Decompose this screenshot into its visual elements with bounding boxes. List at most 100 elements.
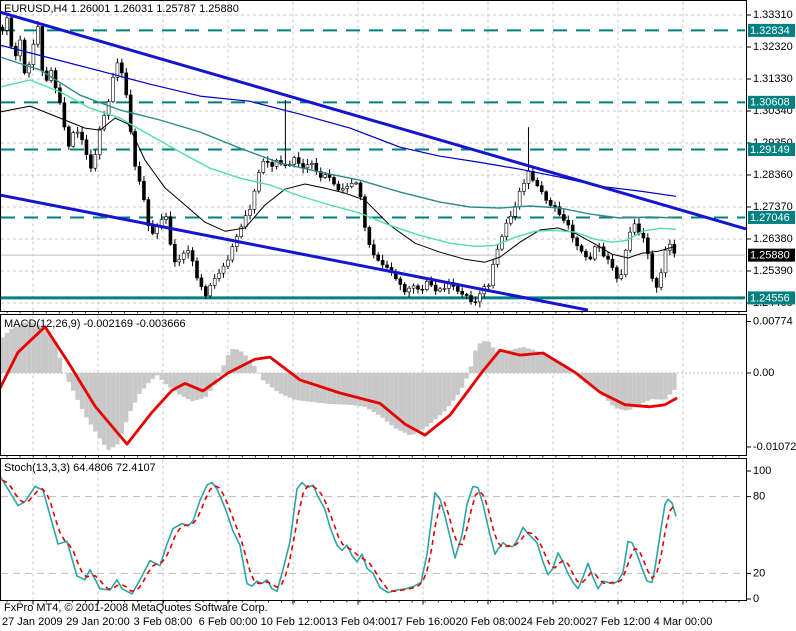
- candle-body: [376, 254, 381, 261]
- macd-histogram-bar: [119, 373, 125, 434]
- macd-histogram-bar: [137, 373, 142, 394]
- macd-histogram-bar: [4, 333, 10, 373]
- candle-body: [455, 286, 460, 292]
- candle-body: [371, 244, 376, 256]
- candle-body: [327, 174, 332, 178]
- candle-body: [579, 245, 584, 252]
- candle-body: [486, 285, 491, 288]
- macd-histogram-bar: [44, 331, 49, 373]
- candle-body: [650, 253, 655, 279]
- candle-body: [654, 278, 659, 288]
- candle-body: [336, 183, 341, 191]
- candle-body: [646, 237, 650, 254]
- macd-histogram-bar: [499, 351, 505, 373]
- macd-histogram-bar: [305, 373, 310, 402]
- candle-body: [226, 259, 230, 267]
- candle-body: [173, 244, 177, 263]
- candle-body: [341, 188, 345, 191]
- candle-body: [385, 264, 389, 268]
- time-label: 20 Feb 08:00: [456, 616, 521, 628]
- macd-histogram-bar: [163, 373, 169, 385]
- candle-body: [349, 183, 354, 187]
- candle-body: [301, 163, 305, 169]
- candle-body: [473, 301, 478, 304]
- macd-histogram-bar: [636, 373, 642, 405]
- candle-body: [137, 166, 142, 182]
- candle-body: [615, 267, 619, 279]
- candle-body: [553, 205, 557, 207]
- macd-histogram-bar: [309, 373, 315, 402]
- macd-histogram-bar: [389, 373, 394, 426]
- candle-body: [522, 183, 526, 192]
- macd-histogram-bar: [353, 373, 359, 406]
- macd-histogram-bar: [199, 373, 204, 399]
- time-label: 27 Jan 2009: [2, 616, 63, 628]
- macd-histogram-bar: [238, 351, 244, 373]
- macd-histogram-bar: [221, 365, 226, 373]
- candle-body: [71, 132, 76, 147]
- macd-histogram-bar: [455, 373, 460, 396]
- candle-body: [314, 163, 319, 172]
- price-tick-label: 1.25390: [753, 265, 793, 277]
- candle-body: [641, 232, 646, 239]
- candle-body: [181, 252, 186, 260]
- candle-body: [460, 290, 464, 295]
- time-label: 6 Feb 00:00: [199, 616, 258, 628]
- candle-body: [610, 258, 615, 268]
- candle-body: [1, 26, 5, 31]
- time-label: 13 Feb 04:00: [326, 616, 391, 628]
- candle-body: [632, 223, 637, 233]
- candle-body: [619, 274, 624, 279]
- candle-body: [495, 248, 500, 265]
- macd-histogram-bar: [269, 373, 275, 388]
- macd-histogram-bar: [526, 348, 531, 373]
- candle-body: [535, 180, 540, 187]
- macd-histogram-bar: [362, 373, 368, 407]
- price-tick-label: 1.28360: [753, 169, 793, 181]
- price-tick-label: 1.32320: [753, 41, 793, 53]
- chart-canvas[interactable]: 1.333101.323201.313301.303401.293501.283…: [0, 0, 796, 631]
- macd-histogram-bar: [79, 373, 85, 410]
- time-label: 29 Jan 20:00: [66, 616, 130, 628]
- macd-histogram-bar: [345, 373, 350, 405]
- macd-histogram-bar: [146, 373, 151, 384]
- macd-scale-label: 0.00: [753, 367, 774, 379]
- macd-histogram-bar: [654, 373, 659, 400]
- candle-body: [411, 285, 416, 289]
- time-label: 10 Feb 12:00: [261, 616, 326, 628]
- macd-histogram-bar: [468, 366, 474, 373]
- macd-histogram-bar: [331, 373, 337, 405]
- macd-histogram-bar: [177, 373, 182, 395]
- macd-histogram-bar: [371, 373, 376, 413]
- candle-body: [150, 225, 155, 234]
- candle-body: [517, 190, 522, 207]
- macd-histogram-bar: [128, 373, 133, 412]
- macd-histogram-bar: [261, 373, 266, 381]
- candle-body: [97, 128, 102, 155]
- candle-body: [310, 163, 314, 165]
- candle-body: [93, 154, 98, 169]
- candle-body: [425, 281, 429, 290]
- price-tick-label: 1.31330: [753, 73, 793, 85]
- macd-histogram-bar: [650, 373, 655, 400]
- macd-histogram-bar: [477, 343, 483, 373]
- stoch-panel[interactable]: [0, 458, 747, 601]
- macd-histogram-bar: [40, 326, 45, 373]
- candle-body: [195, 260, 199, 279]
- candle-body: [168, 216, 173, 245]
- candle-body: [62, 102, 67, 128]
- candle-body: [672, 243, 677, 254]
- macd-histogram-bar: [473, 350, 478, 373]
- candle-body: [217, 272, 221, 279]
- stoch-scale-label: 20: [753, 567, 765, 579]
- current-price-badge: 1.25880: [750, 250, 790, 262]
- macd-histogram-bar: [274, 373, 279, 392]
- macd-histogram-bar: [464, 373, 469, 379]
- macd-histogram-bar: [216, 373, 222, 377]
- candle-body: [177, 259, 182, 263]
- level-badge: 1.24556: [750, 292, 790, 304]
- candle-body: [22, 39, 27, 74]
- candle-body: [44, 70, 49, 81]
- macd-histogram-bar: [336, 373, 341, 405]
- macd-histogram-bar: [393, 373, 399, 429]
